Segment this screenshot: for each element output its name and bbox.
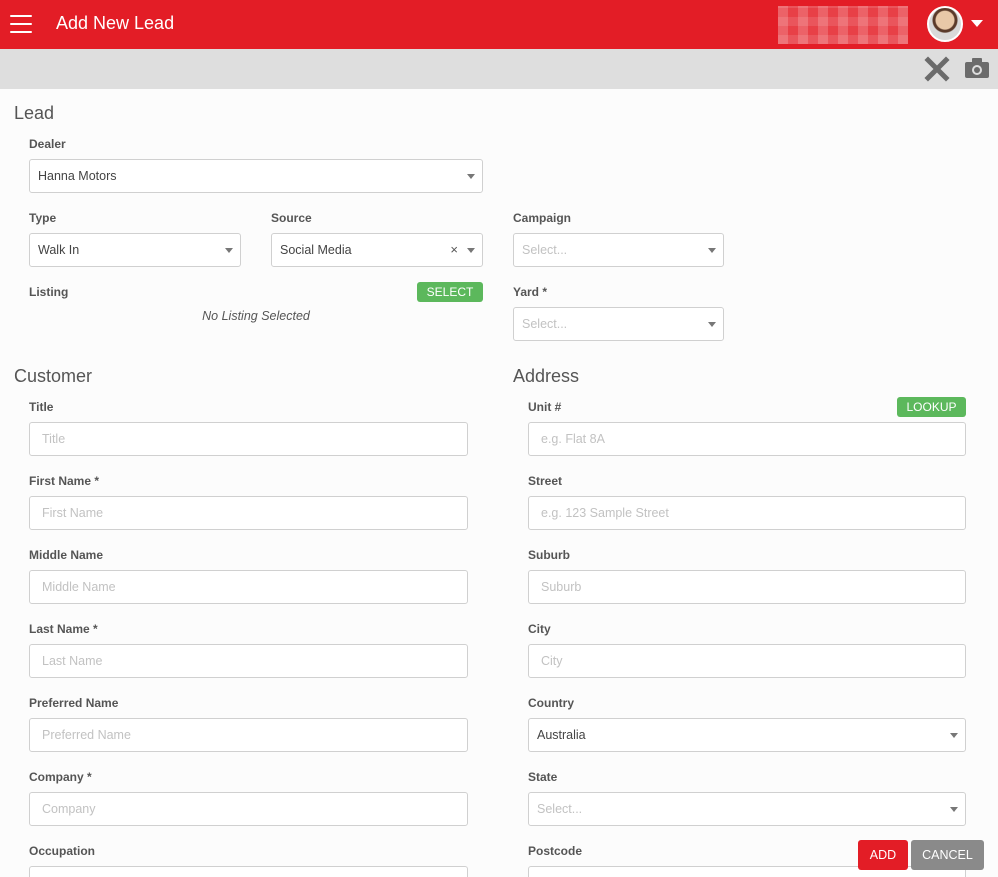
listing-label: Listing xyxy=(29,285,69,299)
chevron-down-icon xyxy=(708,248,716,253)
occupation-input[interactable] xyxy=(29,866,468,877)
chevron-down-icon xyxy=(708,322,716,327)
suburb-placeholder: Suburb xyxy=(541,580,582,594)
lookup-button[interactable]: LOOKUP xyxy=(897,397,966,417)
title-label: Title xyxy=(29,400,54,414)
cancel-button[interactable]: CANCEL xyxy=(911,840,984,870)
last-name-placeholder: Last Name xyxy=(42,654,103,668)
unit-input[interactable]: e.g. Flat 8A xyxy=(528,422,966,456)
title-input[interactable]: Title xyxy=(29,422,468,456)
city-placeholder: City xyxy=(541,654,563,668)
dealer-label: Dealer xyxy=(29,137,66,151)
first-name-input[interactable]: First Name xyxy=(29,496,468,530)
campaign-label: Campaign xyxy=(513,211,572,225)
add-button[interactable]: ADD xyxy=(858,840,908,870)
type-label: Type xyxy=(29,211,57,225)
company-label: Company * xyxy=(29,770,92,784)
customer-section-title: Customer xyxy=(14,366,93,386)
occupation-label: Occupation xyxy=(29,844,96,858)
dealer-select[interactable]: Hanna Motors xyxy=(29,159,483,193)
hamburger-icon[interactable] xyxy=(10,15,32,33)
clear-icon[interactable]: × xyxy=(450,242,458,257)
street-label: Street xyxy=(528,474,563,488)
yard-placeholder: Select... xyxy=(522,317,568,331)
campaign-select[interactable]: Select... xyxy=(513,233,724,267)
company-input[interactable]: Company xyxy=(29,792,468,826)
dealer-value: Hanna Motors xyxy=(38,169,117,183)
source-value: Social Media xyxy=(280,243,352,257)
source-select[interactable]: Social Media × xyxy=(271,233,483,267)
lead-section-title: Lead xyxy=(14,103,55,123)
country-label: Country xyxy=(528,696,574,710)
type-select[interactable]: Walk In xyxy=(29,233,241,267)
title-placeholder: Title xyxy=(42,432,66,446)
state-label: State xyxy=(528,770,558,784)
yard-label: Yard * xyxy=(513,285,548,299)
source-label: Source xyxy=(271,211,312,225)
avatar[interactable] xyxy=(927,6,963,42)
street-placeholder: e.g. 123 Sample Street xyxy=(541,506,669,520)
city-input[interactable]: City xyxy=(528,644,966,678)
first-name-placeholder: First Name xyxy=(42,506,104,520)
toolbar xyxy=(0,49,998,89)
address-section-title: Address xyxy=(513,366,580,386)
app-header: Add New Lead xyxy=(0,0,998,49)
preferred-name-placeholder: Preferred Name xyxy=(42,728,131,742)
city-label: City xyxy=(528,622,551,636)
state-placeholder: Select... xyxy=(537,802,583,816)
middle-name-label: Middle Name xyxy=(29,548,104,562)
no-listing-text: No Listing Selected xyxy=(202,309,310,323)
chevron-down-icon xyxy=(950,807,958,812)
street-input[interactable]: e.g. 123 Sample Street xyxy=(528,496,966,530)
select-listing-button[interactable]: SELECT xyxy=(417,282,483,302)
suburb-label: Suburb xyxy=(528,548,570,562)
page-title: Add New Lead xyxy=(56,13,175,33)
preferred-name-input[interactable]: Preferred Name xyxy=(29,718,468,752)
user-menu-chevron-down-icon[interactable] xyxy=(971,20,983,27)
first-name-label: First Name * xyxy=(29,474,100,488)
user-name-redacted xyxy=(778,6,908,44)
type-value: Walk In xyxy=(38,243,80,257)
suburb-input[interactable]: Suburb xyxy=(528,570,966,604)
last-name-label: Last Name * xyxy=(29,622,98,636)
close-icon[interactable] xyxy=(924,56,950,82)
preferred-name-label: Preferred Name xyxy=(29,696,119,710)
last-name-input[interactable]: Last Name xyxy=(29,644,468,678)
postcode-label: Postcode xyxy=(528,844,583,858)
chevron-down-icon xyxy=(467,248,475,253)
state-select[interactable]: Select... xyxy=(528,792,966,826)
camera-icon[interactable] xyxy=(964,57,990,79)
chevron-down-icon xyxy=(467,174,475,179)
middle-name-placeholder: Middle Name xyxy=(42,580,116,594)
company-placeholder: Company xyxy=(42,802,96,816)
campaign-placeholder: Select... xyxy=(522,243,568,257)
middle-name-input[interactable]: Middle Name xyxy=(29,570,468,604)
unit-placeholder: e.g. Flat 8A xyxy=(541,432,605,446)
country-select[interactable]: Australia xyxy=(528,718,966,752)
chevron-down-icon xyxy=(225,248,233,253)
chevron-down-icon xyxy=(950,733,958,738)
unit-label: Unit # xyxy=(528,400,562,414)
country-value: Australia xyxy=(537,728,586,742)
yard-select[interactable]: Select... xyxy=(513,307,724,341)
